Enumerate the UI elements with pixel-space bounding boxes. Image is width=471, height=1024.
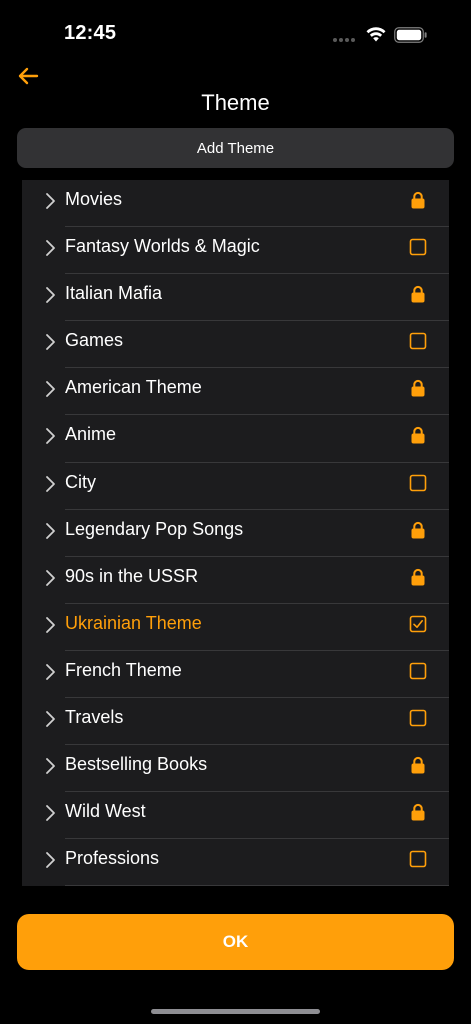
theme-label: Ukrainian Theme [65, 612, 202, 633]
theme-lock [409, 190, 427, 210]
theme-label: Wild West [65, 801, 146, 822]
theme-row[interactable]: Ukrainian Theme [22, 604, 449, 651]
chevron-right-icon [46, 334, 55, 351]
chevron-right-icon [46, 240, 55, 256]
status-bar: 12:45 [0, 0, 471, 56]
arrow-left-icon [18, 67, 39, 85]
chevron-right-icon [46, 287, 55, 304]
theme-lock [409, 425, 427, 445]
add-theme-button[interactable]: Add Theme [17, 128, 454, 168]
back-button[interactable] [14, 63, 42, 89]
chevron-right-icon [46, 664, 55, 680]
theme-row[interactable]: Fantasy Worlds & Magic [22, 227, 449, 275]
cellular-signal-icon [333, 38, 357, 42]
checkbox-checked-icon [409, 615, 427, 633]
theme-list[interactable]: Movies Fantasy Worlds & Magic Italian Mafi… [22, 180, 449, 886]
chevron-right-icon [46, 758, 55, 775]
theme-lock [409, 378, 427, 398]
theme-row[interactable]: 90s in the USSR [22, 557, 449, 604]
theme-checkbox[interactable] [409, 473, 427, 493]
theme-checkbox[interactable] [409, 237, 427, 257]
chevron-right-icon [46, 522, 55, 539]
theme-row[interactable]: French Theme [22, 651, 449, 699]
theme-row[interactable]: Wild West [22, 792, 449, 840]
theme-label: City [65, 471, 96, 492]
lock-icon [411, 757, 425, 774]
theme-lock [409, 755, 427, 775]
theme-checkbox[interactable] [409, 331, 427, 351]
ok-button[interactable]: OK [17, 914, 454, 970]
battery-icon [394, 27, 427, 43]
checkbox-empty-icon [409, 662, 427, 680]
theme-label: Anime [65, 424, 117, 445]
row-divider [65, 885, 449, 886]
theme-row[interactable]: Bestselling Books [22, 745, 449, 793]
chevron-right-icon [46, 569, 55, 586]
theme-lock [409, 284, 427, 304]
theme-checkbox[interactable] [409, 708, 427, 728]
home-indicator [151, 1009, 320, 1014]
theme-label: Fantasy Worlds & Magic [65, 236, 260, 257]
chevron-right-icon [46, 711, 55, 727]
theme-label: American Theme [65, 377, 202, 398]
lock-icon [411, 521, 425, 539]
theme-lock [409, 567, 427, 587]
chevron-right-icon [46, 381, 55, 398]
checkbox-empty-icon [409, 238, 427, 256]
lock-icon [411, 804, 425, 821]
chevron-right-icon [46, 475, 55, 492]
theme-lock [409, 802, 427, 822]
theme-row[interactable]: Games [22, 321, 449, 369]
lock-icon [411, 427, 425, 444]
chevron-right-icon [46, 428, 55, 445]
theme-label: Movies [65, 189, 123, 209]
page-title: Theme [201, 90, 270, 115]
checkbox-empty-icon [409, 851, 427, 868]
theme-checkbox[interactable] [409, 849, 427, 869]
lock-icon [411, 286, 425, 303]
theme-lock [409, 520, 427, 540]
theme-row[interactable]: Travels [22, 698, 449, 746]
theme-label: Professions [65, 848, 160, 869]
status-time: 12:45 [64, 22, 117, 44]
checkbox-empty-icon [409, 474, 427, 491]
theme-row[interactable]: Italian Mafia [22, 274, 449, 322]
checkbox-empty-icon [409, 709, 427, 727]
theme-label: Legendary Pop Songs [65, 518, 244, 539]
theme-row[interactable]: American Theme [22, 368, 449, 416]
chevron-right-icon [46, 852, 55, 869]
chevron-right-icon [46, 193, 55, 209]
theme-label: Games [65, 330, 124, 351]
checkbox-empty-icon [409, 332, 427, 350]
theme-checkbox[interactable] [409, 661, 427, 681]
theme-row[interactable]: Professions [22, 839, 449, 886]
chevron-right-icon [46, 616, 55, 633]
theme-row[interactable]: Legendary Pop Songs [22, 510, 449, 557]
theme-label: French Theme [65, 659, 182, 680]
theme-label: 90s in the USSR [65, 565, 199, 586]
theme-label: Travels [65, 707, 124, 728]
lock-icon [411, 191, 425, 209]
theme-row[interactable]: City [22, 463, 449, 510]
theme-label: Italian Mafia [65, 283, 163, 304]
chevron-right-icon [46, 805, 55, 822]
theme-label: Bestselling Books [65, 754, 208, 775]
theme-row[interactable]: Anime [22, 415, 449, 463]
lock-icon [411, 380, 425, 397]
theme-checkbox[interactable] [409, 614, 427, 634]
theme-row[interactable]: Movies [22, 180, 449, 228]
lock-icon [411, 568, 425, 586]
wifi-icon [366, 27, 386, 42]
